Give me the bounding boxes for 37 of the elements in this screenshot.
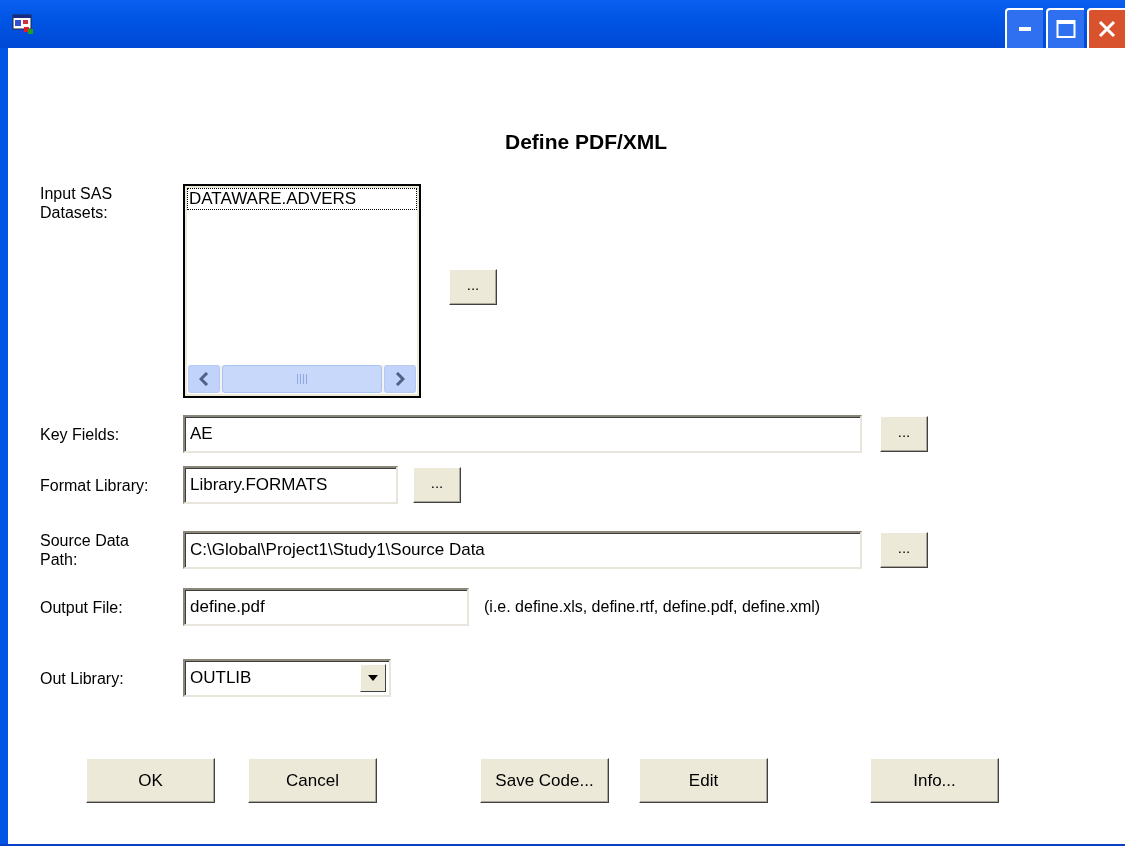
dataset-list[interactable]: DATAWARE.ADVERS [183, 184, 421, 398]
library-dropdown[interactable]: OUTLIB [183, 659, 391, 697]
dialog-button[interactable]: Save Code... [480, 758, 609, 803]
scroll-left-icon[interactable] [199, 372, 209, 386]
maximize-icon [1056, 19, 1076, 39]
field-label: Source Data Path: [40, 531, 130, 569]
list-item[interactable]: DATAWARE.ADVERS [188, 189, 416, 209]
scroll-right-icon[interactable] [395, 372, 405, 386]
field-label: Output File: [40, 597, 123, 617]
dropdown-button[interactable] [360, 664, 386, 692]
dialog-button[interactable]: OK [86, 758, 215, 803]
dialog-heading: Define PDF/XML [505, 130, 669, 154]
close-icon [1097, 19, 1117, 39]
browse-button[interactable]: ... [413, 467, 461, 503]
dialog-button[interactable]: Info... [870, 758, 999, 803]
horizontal-scrollbar[interactable] [188, 365, 416, 393]
field-label: Out Library: [40, 668, 124, 688]
text-field[interactable]: Library.FORMATS [183, 466, 398, 504]
maximize-button[interactable] [1046, 8, 1084, 48]
field-label: Key Fields: [40, 424, 120, 444]
field-label: Format Library: [40, 475, 149, 495]
browse-button[interactable]: ... [880, 532, 928, 568]
dialog-button[interactable]: Cancel [248, 758, 377, 803]
dialog-button[interactable]: Edit [639, 758, 768, 803]
text-field[interactable]: AE [183, 415, 862, 453]
grip-icon [296, 374, 308, 384]
browse-button[interactable]: ... [880, 416, 928, 452]
hint-text: (i.e. define.xls, define.rtf, define.pdf, define.xml) [484, 598, 821, 616]
caret-icon [368, 675, 378, 681]
text-field[interactable]: C:\Global\Project1\Study1\Source Data [183, 531, 862, 569]
app-icon [12, 13, 34, 35]
close-button[interactable] [1087, 8, 1125, 48]
minimize-icon [1019, 27, 1031, 31]
field-label: Input SAS Datasets: [40, 184, 114, 222]
browse-button[interactable]: ... [449, 269, 497, 305]
minimize-button[interactable] [1005, 8, 1043, 48]
text-field[interactable]: define.pdf [183, 588, 469, 626]
